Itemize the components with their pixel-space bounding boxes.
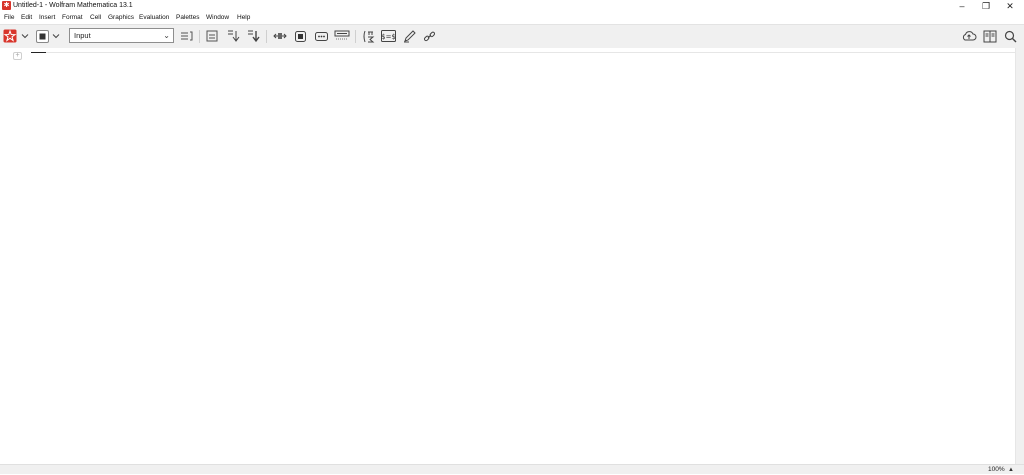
- menu-window[interactable]: Window: [206, 12, 229, 24]
- menu-format[interactable]: Format: [62, 12, 83, 24]
- minimize-button[interactable]: –: [950, 0, 974, 12]
- compress-icon[interactable]: [293, 29, 307, 43]
- status-bar: 100% ▲: [0, 464, 1024, 474]
- math-inline-icon[interactable]: $=$: [381, 29, 396, 43]
- evaluate-dropdown-chevron-icon[interactable]: [20, 29, 30, 43]
- sum-icon[interactable]: [361, 29, 375, 43]
- menu-file[interactable]: File: [4, 12, 14, 24]
- mathematica-logo-icon: ✱: [2, 1, 11, 10]
- pencil-icon[interactable]: [402, 29, 416, 43]
- cell-insertion-point[interactable]: [31, 52, 46, 53]
- notebook-area[interactable]: [0, 48, 1015, 464]
- cloud-upload-icon[interactable]: [961, 29, 977, 43]
- toolbar: Input ⌄ $=$: [0, 24, 1024, 49]
- above-below-icon[interactable]: [205, 29, 219, 43]
- template-icon[interactable]: [334, 29, 350, 43]
- close-button[interactable]: ✕: [998, 0, 1022, 12]
- menu-insert[interactable]: Insert: [39, 12, 55, 24]
- svg-text:$=$: $=$: [381, 33, 396, 41]
- search-icon[interactable]: [1003, 29, 1018, 43]
- restore-button[interactable]: ❐: [974, 0, 998, 12]
- cell-style-value: Input: [74, 31, 91, 40]
- toolbar-separator: [266, 30, 267, 43]
- input-from-above-icon[interactable]: [226, 29, 240, 43]
- menu-palettes[interactable]: Palettes: [176, 12, 200, 24]
- window-title: Untitled-1 - Wolfram Mathematica 13.1: [13, 2, 133, 9]
- menu-cell[interactable]: Cell: [90, 12, 101, 24]
- evaluate-icon[interactable]: [3, 29, 17, 43]
- ellipsis-icon[interactable]: [314, 29, 328, 43]
- split-cell-icon[interactable]: [273, 29, 287, 43]
- menu-help[interactable]: Help: [237, 12, 250, 24]
- link-icon[interactable]: [422, 29, 436, 43]
- menu-evaluation[interactable]: Evaluation: [139, 12, 169, 24]
- menu-graphics[interactable]: Graphics: [108, 12, 134, 24]
- abort-icon[interactable]: [35, 29, 49, 43]
- abort-dropdown-chevron-icon[interactable]: [51, 29, 61, 43]
- output-from-above-icon[interactable]: [246, 29, 260, 43]
- book-icon[interactable]: [982, 29, 997, 43]
- notebook-top-rule: [46, 52, 1015, 53]
- menu-bar: File Edit Insert Format Cell Graphics Ev…: [0, 12, 1024, 24]
- title-bar: ✱ Untitled-1 - Wolfram Mathematica 13.1 …: [0, 0, 1024, 12]
- cell-style-select[interactable]: Input ⌄: [69, 28, 174, 43]
- toolbar-separator: [199, 30, 200, 43]
- menu-edit[interactable]: Edit: [21, 12, 32, 24]
- cell-insertion-plus-icon[interactable]: +: [13, 52, 22, 60]
- vertical-scrollbar[interactable]: [1015, 48, 1024, 464]
- toolbar-separator: [355, 30, 356, 43]
- chevron-down-icon: ⌄: [163, 31, 170, 40]
- cell-bracket-icon[interactable]: [180, 29, 194, 43]
